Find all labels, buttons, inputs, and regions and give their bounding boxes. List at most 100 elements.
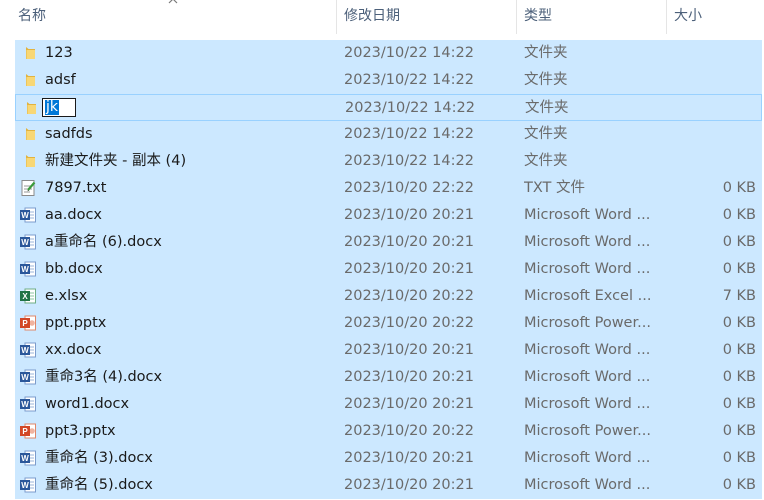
file-row[interactable]: 新建文件夹 - 副本 (4) 2023/10/22 14:22 文件夹	[15, 148, 762, 175]
file-type: 文件夹	[524, 72, 568, 88]
file-size: 0 KB	[722, 207, 756, 223]
word-doc-icon: W	[19, 233, 37, 251]
column-header-name[interactable]: 名称	[10, 0, 336, 34]
rename-input[interactable]: jk	[42, 98, 76, 117]
file-size: 0 KB	[722, 396, 756, 412]
file-name: 重命名 (5).docx	[45, 477, 153, 493]
file-name: 新建文件夹 - 副本 (4)	[45, 153, 187, 169]
file-row[interactable]: adsf 2023/10/22 14:22 文件夹	[15, 67, 762, 94]
powerpoint-icon: P	[19, 422, 37, 440]
file-type: 文件夹	[524, 45, 568, 61]
file-row[interactable]: W xx.docx 2023/10/20 20:21 Microsoft Wor…	[15, 337, 762, 364]
file-type: Microsoft Power...	[524, 423, 651, 439]
file-type: Microsoft Word ...	[524, 207, 651, 223]
file-name: ppt3.pptx	[45, 423, 116, 439]
file-date-modified: 2023/10/20 20:22	[344, 288, 474, 304]
column-header-date[interactable]: 修改日期	[336, 0, 516, 34]
file-row[interactable]: W 重命3名 (4).docx 2023/10/20 20:21 Microso…	[15, 364, 762, 391]
file-date-modified: 2023/10/20 20:21	[344, 261, 474, 277]
file-date-modified: 2023/10/22 14:22	[344, 153, 474, 169]
text-file-icon	[19, 179, 37, 197]
file-type: Microsoft Word ...	[524, 261, 651, 277]
file-type: TXT 文件	[524, 180, 586, 196]
folder-icon	[19, 152, 37, 170]
file-name: e.xlsx	[45, 288, 88, 304]
file-date-modified: 2023/10/20 20:21	[344, 477, 474, 493]
file-row[interactable]: W aa.docx 2023/10/20 20:21 Microsoft Wor…	[15, 202, 762, 229]
file-name: 123	[45, 45, 73, 61]
file-name: xx.docx	[45, 342, 102, 358]
file-row[interactable]: W a重命名 (6).docx 2023/10/20 20:21 Microso…	[15, 229, 762, 256]
file-row[interactable]: W 重命名 (3).docx 2023/10/20 20:21 Microsof…	[15, 445, 762, 472]
file-row[interactable]: W bb.docx 2023/10/20 20:21 Microsoft Wor…	[15, 256, 762, 283]
word-doc-icon: W	[19, 206, 37, 224]
file-list: 123 2023/10/22 14:22 文件夹 adsf 2023/10/22…	[15, 40, 762, 499]
svg-text:W: W	[21, 373, 29, 382]
file-type: Microsoft Word ...	[524, 369, 651, 385]
file-size: 7 KB	[722, 288, 756, 304]
file-name: ppt.pptx	[45, 315, 107, 331]
file-date-modified: 2023/10/20 22:22	[344, 180, 474, 196]
svg-text:W: W	[21, 238, 29, 247]
file-row[interactable]: 123 2023/10/22 14:22 文件夹	[15, 40, 762, 67]
file-size: 0 KB	[722, 180, 756, 196]
file-name: 7897.txt	[45, 180, 107, 196]
file-date-modified: 2023/10/20 20:21	[344, 450, 474, 466]
file-type: Microsoft Excel ...	[524, 288, 652, 304]
folder-icon	[19, 125, 37, 143]
word-doc-icon: W	[19, 341, 37, 359]
column-header-type[interactable]: 类型	[516, 0, 666, 34]
word-doc-icon: W	[19, 368, 37, 386]
file-row[interactable]: P ppt.pptx 2023/10/20 20:22 Microsoft Po…	[15, 310, 762, 337]
svg-text:W: W	[21, 265, 29, 274]
file-type: 文件夹	[524, 126, 568, 142]
file-date-modified: 2023/10/22 14:22	[344, 72, 474, 88]
svg-text:W: W	[21, 481, 29, 490]
svg-text:X: X	[22, 292, 28, 301]
file-type: Microsoft Word ...	[524, 450, 651, 466]
file-name: word1.docx	[45, 396, 130, 412]
file-name: adsf	[45, 72, 76, 88]
file-size: 0 KB	[722, 315, 756, 331]
file-size: 0 KB	[722, 450, 756, 466]
file-row[interactable]: W word1.docx 2023/10/20 20:21 Microsoft …	[15, 391, 762, 418]
svg-text:W: W	[21, 211, 29, 220]
file-type: Microsoft Word ...	[524, 234, 651, 250]
file-row[interactable]: 7897.txt 2023/10/20 22:22 TXT 文件 0 KB	[15, 175, 762, 202]
svg-text:P: P	[22, 427, 28, 436]
word-doc-icon: W	[19, 260, 37, 278]
file-type: Microsoft Word ...	[524, 477, 651, 493]
file-row[interactable]: P ppt3.pptx 2023/10/20 20:22 Microsoft P…	[15, 418, 762, 445]
file-date-modified: 2023/10/20 20:22	[344, 423, 474, 439]
file-size: 0 KB	[722, 261, 756, 277]
file-row[interactable]: W 重命名 (5).docx 2023/10/20 20:21 Microsof…	[15, 472, 762, 499]
file-name: aa.docx	[45, 207, 103, 223]
word-doc-icon: W	[19, 449, 37, 467]
file-date-modified: 2023/10/20 20:21	[344, 207, 474, 223]
file-type: 文件夹	[524, 153, 568, 169]
file-size: 0 KB	[722, 234, 756, 250]
file-type: Microsoft Word ...	[524, 396, 651, 412]
folder-icon	[19, 71, 37, 89]
svg-text:W: W	[21, 346, 29, 355]
file-date-modified: 2023/10/20 20:21	[344, 396, 474, 412]
file-row[interactable]: sadfds 2023/10/22 14:22 文件夹	[15, 121, 762, 148]
folder-icon	[19, 44, 37, 62]
file-date-modified: 2023/10/20 20:21	[344, 369, 474, 385]
file-date-modified: 2023/10/22 14:22	[345, 100, 475, 116]
folder-icon	[20, 99, 38, 117]
file-type: 文件夹	[525, 100, 569, 116]
file-date-modified: 2023/10/22 14:22	[344, 45, 474, 61]
powerpoint-icon: P	[19, 314, 37, 332]
column-header-size[interactable]: 大小	[666, 0, 764, 34]
file-row[interactable]: X e.xlsx 2023/10/20 20:22 Microsoft Exce…	[15, 283, 762, 310]
svg-text:P: P	[22, 319, 28, 328]
svg-text:W: W	[21, 400, 29, 409]
file-name: 重命名 (3).docx	[45, 450, 153, 466]
word-doc-icon: W	[19, 395, 37, 413]
file-row[interactable]: 2023/10/22 14:22 文件夹 jk	[15, 94, 762, 121]
file-explorer-list: 名称 修改日期 类型 大小 123 2023/10/22 14:22 文件夹 a…	[0, 0, 764, 500]
file-name: bb.docx	[45, 261, 103, 277]
file-type: Microsoft Power...	[524, 315, 651, 331]
file-date-modified: 2023/10/20 20:21	[344, 234, 474, 250]
